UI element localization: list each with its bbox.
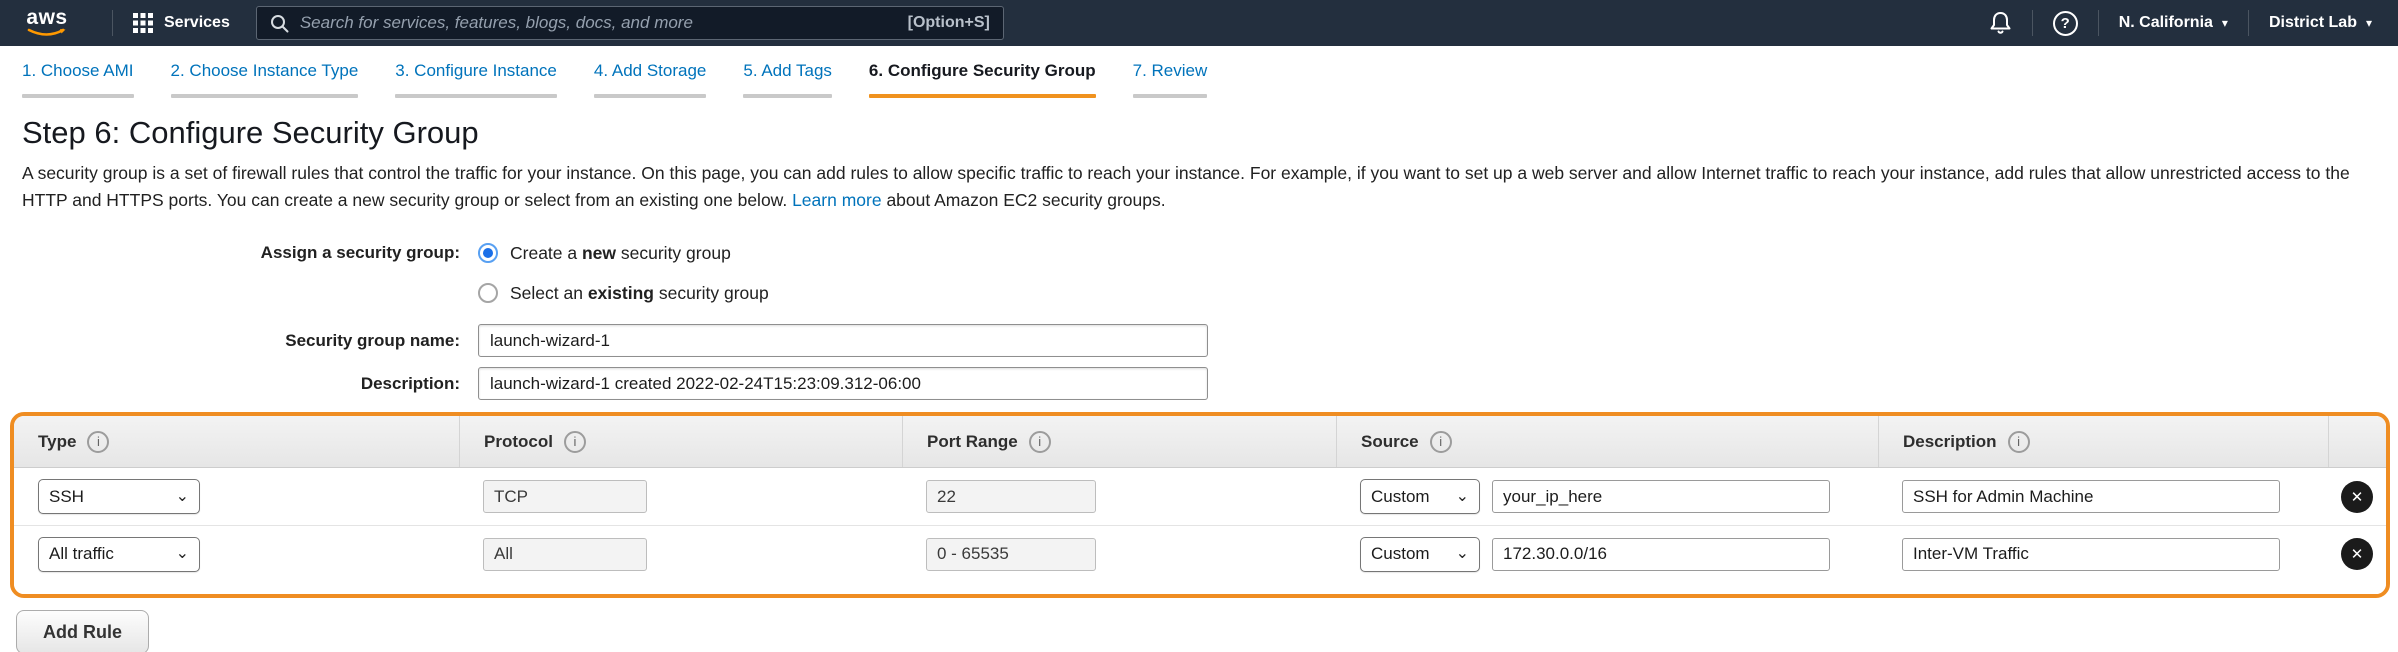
aws-smile-icon (26, 28, 68, 38)
tab-review[interactable]: 7. Review (1133, 61, 1208, 98)
tab-configure-instance[interactable]: 3. Configure Instance (395, 61, 557, 98)
tab-underline (1133, 94, 1208, 98)
radio-unselected-icon[interactable] (478, 283, 498, 303)
info-icon[interactable]: i (1430, 431, 1452, 453)
rule-type-select[interactable]: SSH ⌄ (38, 479, 200, 514)
search-icon (270, 14, 289, 33)
account-label: District Lab (2269, 14, 2357, 32)
info-icon[interactable]: i (564, 431, 586, 453)
tab-underline (22, 94, 134, 98)
rule-source-mode-select[interactable]: Custom ⌄ (1360, 479, 1480, 514)
rule-source-input[interactable] (1492, 480, 1830, 513)
security-group-name-input[interactable] (478, 324, 1208, 357)
close-icon: ✕ (2351, 545, 2364, 563)
info-icon[interactable]: i (1029, 431, 1051, 453)
chevron-down-icon: ⌄ (176, 489, 189, 505)
radio-create-new-group[interactable]: Create a new security group (478, 236, 769, 270)
top-navigation-bar: aws Services [Option+S] (0, 0, 2398, 46)
chevron-down-icon: ⌄ (1456, 489, 1469, 505)
rule-protocol-input (483, 538, 647, 571)
page-title: Step 6: Configure Security Group (22, 115, 2376, 151)
info-icon[interactable]: i (87, 431, 109, 453)
tab-underline (743, 94, 832, 98)
rule-port-range-input (926, 538, 1096, 571)
main-content: Step 6: Configure Security Group A secur… (0, 115, 2398, 652)
security-group-description-input[interactable] (478, 367, 1208, 400)
security-group-description-label: Description: (22, 367, 460, 394)
global-search-box[interactable]: [Option+S] (256, 6, 1004, 40)
rule-port-range-input (926, 480, 1096, 513)
services-menu-button[interactable]: Services (133, 13, 230, 33)
security-rule-row-ssh: SSH ⌄ Custom ⌄ ✕ (14, 468, 2386, 525)
tab-underline (395, 94, 557, 98)
security-group-description-row: Description: (22, 367, 2376, 400)
help-button[interactable]: ? (2053, 11, 2078, 36)
radio-selected-icon[interactable] (478, 243, 498, 263)
rule-type-select[interactable]: All traffic ⌄ (38, 537, 200, 572)
tab-choose-ami[interactable]: 1. Choose AMI (22, 61, 134, 98)
delete-rule-button[interactable]: ✕ (2341, 538, 2373, 570)
tab-underline (171, 94, 359, 98)
rules-table-header: Typei Protocoli Port Rangei Sourcei Desc… (14, 416, 2386, 468)
security-rule-row-all-traffic: All traffic ⌄ Custom ⌄ ✕ (14, 525, 2386, 582)
tab-choose-instance-type[interactable]: 2. Choose Instance Type (171, 61, 359, 98)
nav-divider (112, 10, 113, 36)
info-icon[interactable]: i (2008, 431, 2030, 453)
header-port-range: Port Rangei (902, 416, 1336, 467)
nav-divider (2032, 10, 2033, 36)
rule-source-input[interactable] (1492, 538, 1830, 571)
region-selector[interactable]: N. California ▾ (2119, 14, 2228, 32)
rule-description-input[interactable] (1902, 480, 2280, 513)
header-actions (2328, 416, 2386, 467)
add-rule-button[interactable]: Add Rule (16, 610, 149, 652)
region-label: N. California (2119, 14, 2213, 32)
tab-add-tags[interactable]: 5. Add Tags (743, 61, 832, 98)
chevron-down-icon: ▾ (2222, 17, 2228, 29)
search-shortcut-hint: [Option+S] (908, 14, 990, 32)
help-icon: ? (2053, 11, 2078, 36)
nav-divider (2098, 10, 2099, 36)
rule-protocol-input (483, 480, 647, 513)
security-rules-panel: Typei Protocoli Port Rangei Sourcei Desc… (10, 412, 2390, 598)
header-description: Descriptioni (1878, 416, 2328, 467)
learn-more-link[interactable]: Learn more (792, 190, 882, 210)
tab-configure-security-group[interactable]: 6. Configure Security Group (869, 61, 1096, 98)
assign-security-group-label: Assign a security group: (22, 236, 460, 263)
bell-icon (1989, 11, 2012, 35)
security-group-name-label: Security group name: (22, 324, 460, 351)
close-icon: ✕ (2351, 488, 2364, 506)
account-menu[interactable]: District Lab ▾ (2269, 14, 2372, 32)
search-input[interactable] (300, 13, 897, 33)
notifications-bell-button[interactable] (1989, 11, 2012, 35)
wizard-step-tabs: 1. Choose AMI 2. Choose Instance Type 3.… (0, 46, 2398, 98)
aws-logo[interactable]: aws (26, 8, 68, 38)
app-grid-icon (133, 13, 153, 33)
services-label: Services (164, 14, 230, 32)
header-source: Sourcei (1336, 416, 1878, 467)
nav-divider (2248, 10, 2249, 36)
page-description: A security group is a set of firewall ru… (22, 160, 2376, 214)
header-protocol: Protocoli (459, 416, 902, 467)
tab-underline (594, 94, 706, 98)
radio-select-existing-group[interactable]: Select an existing security group (478, 276, 769, 310)
security-group-name-row: Security group name: (22, 324, 2376, 357)
tab-add-storage[interactable]: 4. Add Storage (594, 61, 706, 98)
delete-rule-button[interactable]: ✕ (2341, 481, 2373, 513)
rule-source-mode-select[interactable]: Custom ⌄ (1360, 537, 1480, 572)
rule-description-input[interactable] (1902, 538, 2280, 571)
assign-security-group-row: Assign a security group: Create a new se… (22, 236, 2376, 310)
chevron-down-icon: ⌄ (176, 546, 189, 562)
chevron-down-icon: ▾ (2366, 17, 2372, 29)
aws-logo-text: aws (26, 8, 67, 28)
chevron-down-icon: ⌄ (1456, 546, 1469, 562)
header-type: Typei (14, 416, 459, 467)
tab-underline-active (869, 94, 1096, 98)
ec2-launch-wizard-page: aws Services [Option+S] (0, 0, 2398, 652)
